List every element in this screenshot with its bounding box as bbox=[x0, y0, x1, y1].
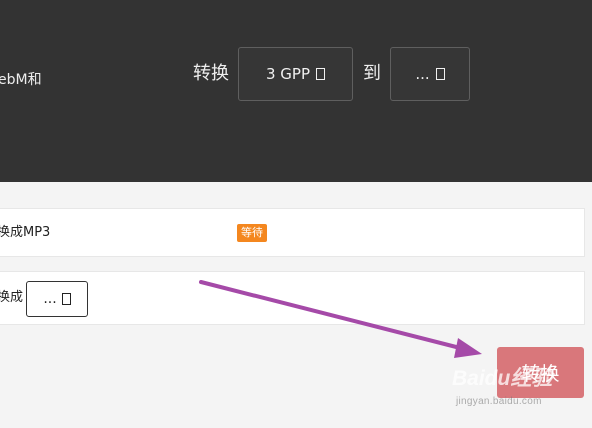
to-format-select[interactable]: ... bbox=[390, 47, 470, 101]
header-description: ebM和 bbox=[0, 72, 42, 88]
job-row: 换成MP3 等待 bbox=[0, 208, 585, 257]
status-badge: 等待 bbox=[237, 224, 267, 242]
arrow-head-icon bbox=[454, 338, 482, 358]
convert-label: 转换 bbox=[193, 63, 229, 84]
dropdown-square-icon bbox=[316, 68, 326, 80]
dropdown-square-icon bbox=[435, 68, 445, 80]
job-row: 换成 ... bbox=[0, 271, 585, 325]
convert-button[interactable]: 转换 bbox=[497, 347, 584, 398]
output-format-value: ... bbox=[43, 291, 57, 307]
job-description: 换成MP3 bbox=[0, 225, 51, 240]
output-format-select[interactable]: ... bbox=[26, 281, 88, 317]
from-format-select[interactable]: 3 GPP bbox=[238, 47, 353, 101]
job-description: 换成 bbox=[0, 290, 24, 305]
from-format-value: 3 GPP bbox=[265, 65, 311, 83]
to-format-value: ... bbox=[415, 65, 430, 83]
to-label: 到 bbox=[363, 63, 381, 84]
dropdown-square-icon bbox=[61, 293, 71, 305]
conversion-header: ebM和 转换 3 GPP 到 ... bbox=[0, 0, 592, 182]
